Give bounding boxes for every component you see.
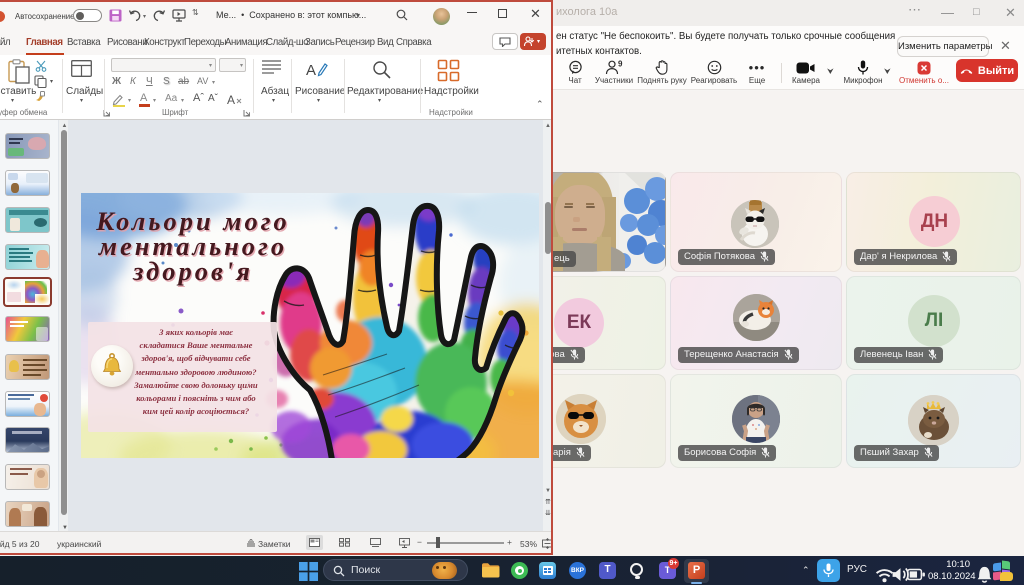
svg-text:А: А xyxy=(306,62,316,79)
svg-text:А: А xyxy=(227,93,235,107)
svg-text:9: 9 xyxy=(618,60,623,69)
